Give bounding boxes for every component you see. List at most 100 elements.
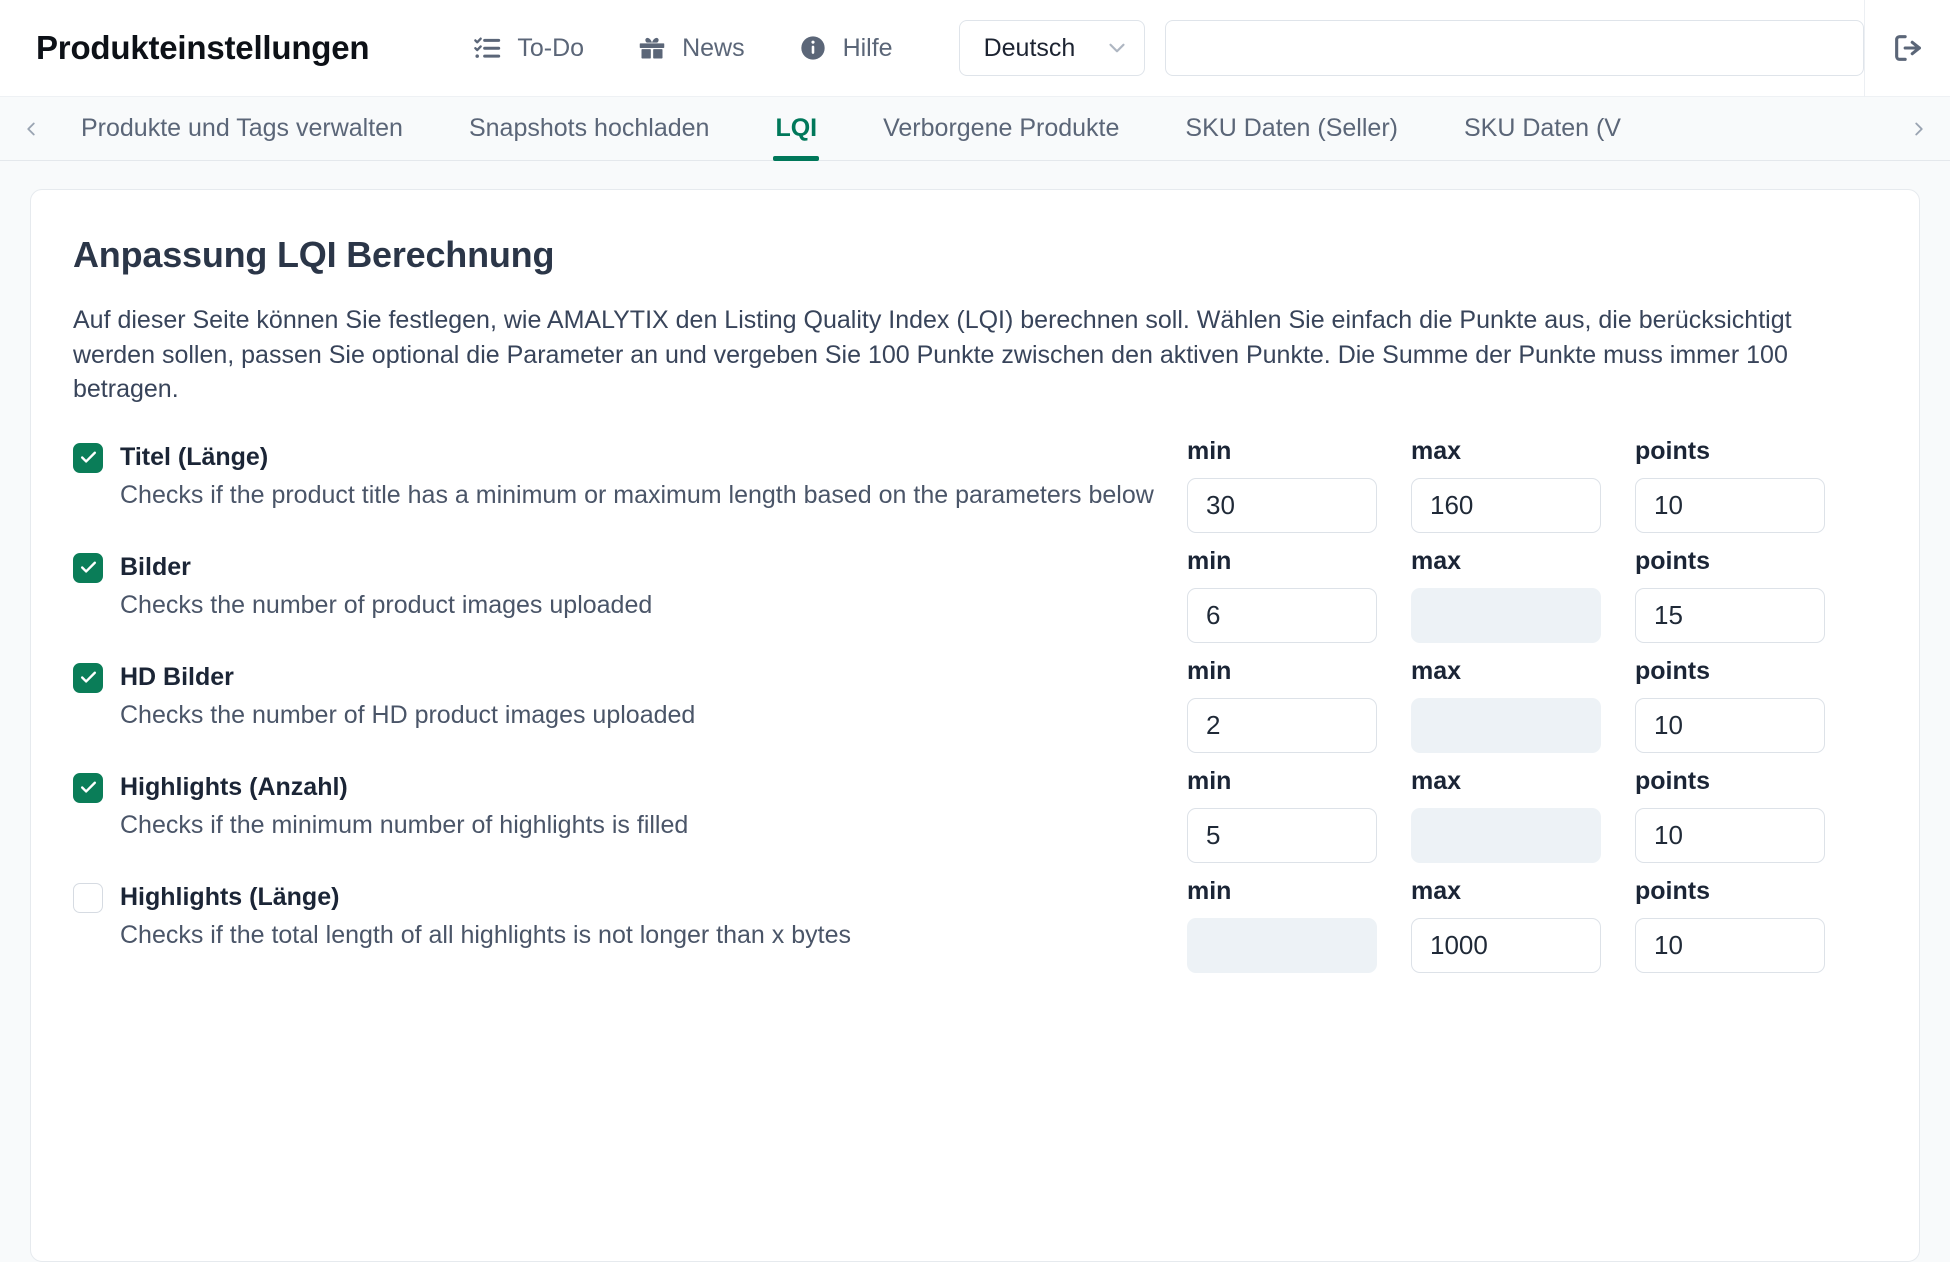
field-max-label: max bbox=[1411, 877, 1601, 906]
tab-verborgene-produkte[interactable]: Verborgene Produkte bbox=[850, 97, 1152, 161]
max-input[interactable] bbox=[1411, 478, 1601, 533]
criterion-name: Titel (Länge) bbox=[120, 443, 268, 472]
criterion-row: Bilder Checks the number of product imag… bbox=[73, 547, 1877, 643]
check-icon bbox=[79, 558, 98, 577]
field-max: max bbox=[1411, 437, 1601, 533]
language-select[interactable]: Deutsch bbox=[959, 20, 1145, 76]
field-min: min bbox=[1187, 657, 1377, 753]
tab-scroll-left-icon[interactable] bbox=[14, 118, 48, 140]
criterion-checkbox-hd-bilder[interactable] bbox=[73, 663, 103, 693]
criterion-checkbox-bilder[interactable] bbox=[73, 553, 103, 583]
field-points-label: points bbox=[1635, 877, 1825, 906]
tab-label: Produkte und Tags verwalten bbox=[81, 114, 403, 143]
field-points: points bbox=[1635, 437, 1825, 533]
field-points-label: points bbox=[1635, 767, 1825, 796]
criterion-checkbox-highlights-laenge[interactable] bbox=[73, 883, 103, 913]
field-points: points bbox=[1635, 547, 1825, 643]
field-max: max bbox=[1411, 767, 1601, 863]
field-min-label: min bbox=[1187, 877, 1377, 906]
max-input bbox=[1411, 698, 1601, 753]
tab-snapshots-hochladen[interactable]: Snapshots hochladen bbox=[436, 97, 742, 161]
page-title: Produkteinstellungen bbox=[36, 29, 369, 67]
criterion-name: Highlights (Anzahl) bbox=[120, 773, 348, 802]
points-input[interactable] bbox=[1635, 918, 1825, 973]
top-header-bar: Produkteinstellungen To-Do bbox=[0, 0, 1950, 97]
logout-button[interactable] bbox=[1864, 0, 1950, 97]
field-points: points bbox=[1635, 877, 1825, 973]
points-input[interactable] bbox=[1635, 808, 1825, 863]
criterion-row: HD Bilder Checks the number of HD produc… bbox=[73, 657, 1877, 753]
criterion-info: Titel (Länge) Checks if the product titl… bbox=[73, 437, 1187, 512]
criterion-header: Highlights (Anzahl) bbox=[73, 773, 1187, 803]
nav-item-hilfe-label: Hilfe bbox=[843, 34, 893, 63]
tab-label: LQI bbox=[775, 114, 817, 143]
nav-item-hilfe[interactable]: Hilfe bbox=[799, 34, 893, 63]
field-points: points bbox=[1635, 767, 1825, 863]
field-min: min bbox=[1187, 437, 1377, 533]
header-search-area bbox=[1165, 20, 1864, 76]
tab-navigation: Produkte und Tags verwalten Snapshots ho… bbox=[0, 97, 1950, 161]
criterion-info: Highlights (Anzahl) Checks if the minimu… bbox=[73, 767, 1187, 842]
language-select-value: Deutsch bbox=[984, 34, 1076, 63]
points-input[interactable] bbox=[1635, 588, 1825, 643]
min-input[interactable] bbox=[1187, 808, 1377, 863]
tab-sku-daten-seller[interactable]: SKU Daten (Seller) bbox=[1152, 97, 1431, 161]
criterion-description: Checks the number of HD product images u… bbox=[120, 699, 1165, 732]
nav-item-news-label: News bbox=[682, 34, 745, 63]
field-max-label: max bbox=[1411, 767, 1601, 796]
field-min: min bbox=[1187, 547, 1377, 643]
tab-produkte-und-tags-verwalten[interactable]: Produkte und Tags verwalten bbox=[48, 97, 436, 161]
criterion-fields: min max points bbox=[1187, 657, 1877, 753]
points-input[interactable] bbox=[1635, 478, 1825, 533]
field-max: max bbox=[1411, 547, 1601, 643]
nav-item-todo[interactable]: To-Do bbox=[473, 34, 584, 63]
field-min: min bbox=[1187, 877, 1377, 973]
criterion-info: HD Bilder Checks the number of HD produc… bbox=[73, 657, 1187, 732]
criterion-description: Checks if the product title has a minimu… bbox=[120, 479, 1165, 512]
criterion-fields: min max points bbox=[1187, 547, 1877, 643]
field-min-label: min bbox=[1187, 657, 1377, 686]
field-max-label: max bbox=[1411, 657, 1601, 686]
search-input[interactable] bbox=[1165, 20, 1864, 76]
lqi-settings-card: Anpassung LQI Berechnung Auf dieser Seit… bbox=[30, 189, 1920, 1262]
card-description: Auf dieser Seite können Sie festlegen, w… bbox=[73, 303, 1868, 407]
criterion-checkbox-highlights-anzahl[interactable] bbox=[73, 773, 103, 803]
points-input[interactable] bbox=[1635, 698, 1825, 753]
info-icon bbox=[799, 34, 827, 62]
criterion-description: Checks the number of product images uplo… bbox=[120, 589, 1165, 622]
field-min: min bbox=[1187, 767, 1377, 863]
tab-label: Snapshots hochladen bbox=[469, 114, 709, 143]
min-input[interactable] bbox=[1187, 698, 1377, 753]
check-icon bbox=[79, 668, 98, 687]
criterion-description: Checks if the minimum number of highligh… bbox=[120, 809, 1165, 842]
criterion-row: Highlights (Länge) Checks if the total l… bbox=[73, 877, 1877, 973]
tab-label: SKU Daten (Seller) bbox=[1185, 114, 1398, 143]
tab-lqi[interactable]: LQI bbox=[742, 97, 850, 161]
criterion-info: Highlights (Länge) Checks if the total l… bbox=[73, 877, 1187, 952]
criterion-row: Highlights (Anzahl) Checks if the minimu… bbox=[73, 767, 1877, 863]
min-input[interactable] bbox=[1187, 588, 1377, 643]
field-points: points bbox=[1635, 657, 1825, 753]
max-input bbox=[1411, 808, 1601, 863]
tab-scroll-right-icon[interactable] bbox=[1902, 118, 1936, 140]
criterion-fields: min max points bbox=[1187, 767, 1877, 863]
field-max-label: max bbox=[1411, 547, 1601, 576]
criterion-description: Checks if the total length of all highli… bbox=[120, 919, 1165, 952]
field-max: max bbox=[1411, 657, 1601, 753]
criterion-checkbox-titel-laenge[interactable] bbox=[73, 443, 103, 473]
tab-sku-daten-vendor[interactable]: SKU Daten (V bbox=[1431, 97, 1654, 161]
nav-item-news[interactable]: News bbox=[638, 34, 745, 63]
min-input[interactable] bbox=[1187, 478, 1377, 533]
criterion-fields: min max points bbox=[1187, 877, 1877, 973]
max-input[interactable] bbox=[1411, 918, 1601, 973]
checklist-icon bbox=[473, 34, 501, 62]
check-icon bbox=[79, 448, 98, 467]
criterion-header: HD Bilder bbox=[73, 663, 1187, 693]
check-icon bbox=[79, 778, 98, 797]
criteria-list: Titel (Länge) Checks if the product titl… bbox=[73, 437, 1877, 973]
tab-label: Verborgene Produkte bbox=[883, 114, 1119, 143]
field-points-label: points bbox=[1635, 437, 1825, 466]
gift-icon bbox=[638, 34, 666, 62]
criterion-header: Titel (Länge) bbox=[73, 443, 1187, 473]
min-input bbox=[1187, 918, 1377, 973]
